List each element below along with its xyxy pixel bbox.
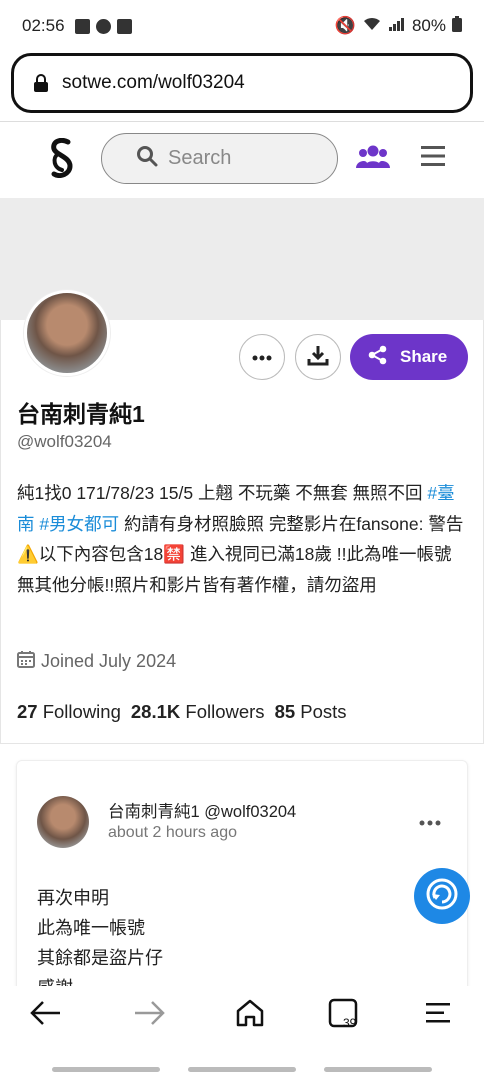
followers-count: 28.1K (130, 701, 181, 722)
joined-text: Joined July 2024 (41, 651, 177, 671)
post-line: 此為唯一帳號 (37, 918, 145, 938)
download-button[interactable] (295, 334, 341, 380)
posts-label: Posts (300, 701, 347, 722)
post-author[interactable]: 台南刺青純1 @wolf03204 (108, 798, 296, 822)
joined-date: Joined July 2024 (17, 650, 176, 673)
post-avatar[interactable] (37, 796, 89, 848)
post-line: 其餘都是盜片仔 (37, 948, 163, 968)
forward-arrow-icon (133, 1000, 165, 1031)
post-timestamp[interactable]: about 2 hours ago (108, 824, 237, 842)
gesture-bar (324, 1067, 432, 1072)
browser-menu-button[interactable] (420, 998, 456, 1032)
account-icon (95, 18, 111, 34)
tabs-button[interactable]: 39 (325, 998, 361, 1032)
profile-stats: 27 Following 28.1K Followers 85 Posts (17, 701, 347, 723)
users-icon[interactable] (356, 144, 390, 170)
battery-level: 80% (411, 16, 446, 35)
notification-icons (74, 18, 132, 34)
profile-name: 台南刺青純1 (17, 401, 145, 427)
hamburger-menu-icon[interactable] (421, 146, 445, 166)
gesture-bar (188, 1067, 296, 1072)
refresh-icon (424, 876, 460, 917)
post-body: 再次申明 此為唯一帳號 其餘都是盜片仔 感謝 (37, 883, 163, 1003)
download-icon (307, 344, 329, 371)
forward-button[interactable] (131, 998, 167, 1032)
ellipsis-icon (252, 348, 272, 366)
followers-label: Followers (185, 701, 265, 722)
share-label: Share (400, 347, 448, 366)
profile-bio: 純1找0 171/78/23 15/5 上翹 不玩藥 不無套 無照不回 #臺南 … (17, 478, 472, 600)
following-stat[interactable]: 27 Following (17, 701, 121, 723)
mute-icon: 🔇 (334, 16, 356, 35)
url-text: sotwe.com/wolf03204 (62, 72, 245, 93)
followers-stat[interactable]: 28.1K Followers (131, 701, 265, 723)
checkbox-icon (116, 18, 132, 34)
post-more-icon[interactable] (419, 809, 441, 832)
more-options-button[interactable] (239, 334, 285, 380)
floating-action-button[interactable] (414, 868, 470, 924)
share-icon (368, 345, 388, 370)
profile-handle: @wolf03204 (17, 432, 112, 451)
profile-avatar[interactable] (24, 290, 110, 376)
search-icon (136, 145, 158, 172)
menu-icon (426, 1002, 450, 1029)
back-button[interactable] (28, 998, 64, 1032)
share-button[interactable]: Share (350, 334, 468, 380)
status-bar: 02:56 🔇 80% (0, 0, 484, 52)
lock-icon (34, 74, 48, 92)
battery-icon (452, 15, 462, 37)
wifi-icon (362, 16, 382, 37)
home-icon (235, 998, 265, 1033)
home-button[interactable] (232, 998, 268, 1032)
gesture-bar (52, 1067, 160, 1072)
post-line: 再次申明 (37, 888, 109, 908)
following-label: Following (42, 701, 121, 722)
gallery-icon (74, 18, 90, 34)
tabs-count: 39 (343, 1016, 357, 1030)
status-time: 02:56 (22, 16, 65, 35)
posts-stat[interactable]: 85 Posts (275, 701, 347, 723)
address-bar[interactable]: sotwe.com/wolf03204 (11, 53, 473, 113)
signal-icon (388, 16, 406, 37)
hashtag-link[interactable]: #男女都可 (39, 514, 119, 534)
search-input[interactable]: Search (101, 133, 338, 184)
posts-count: 85 (274, 701, 296, 722)
browser-toolbar: 39 (0, 986, 484, 1080)
site-logo[interactable] (48, 137, 76, 179)
post-card[interactable]: 台南刺青純1 @wolf03204 about 2 hours ago 再次申明… (16, 760, 468, 1020)
calendar-icon (17, 650, 35, 673)
site-header: Search (0, 122, 484, 198)
bio-text: 純1找0 171/78/23 15/5 上翹 不玩藥 不無套 無照不回 (17, 483, 428, 503)
back-arrow-icon (30, 1000, 62, 1031)
search-placeholder: Search (168, 147, 232, 169)
following-count: 27 (17, 701, 38, 722)
